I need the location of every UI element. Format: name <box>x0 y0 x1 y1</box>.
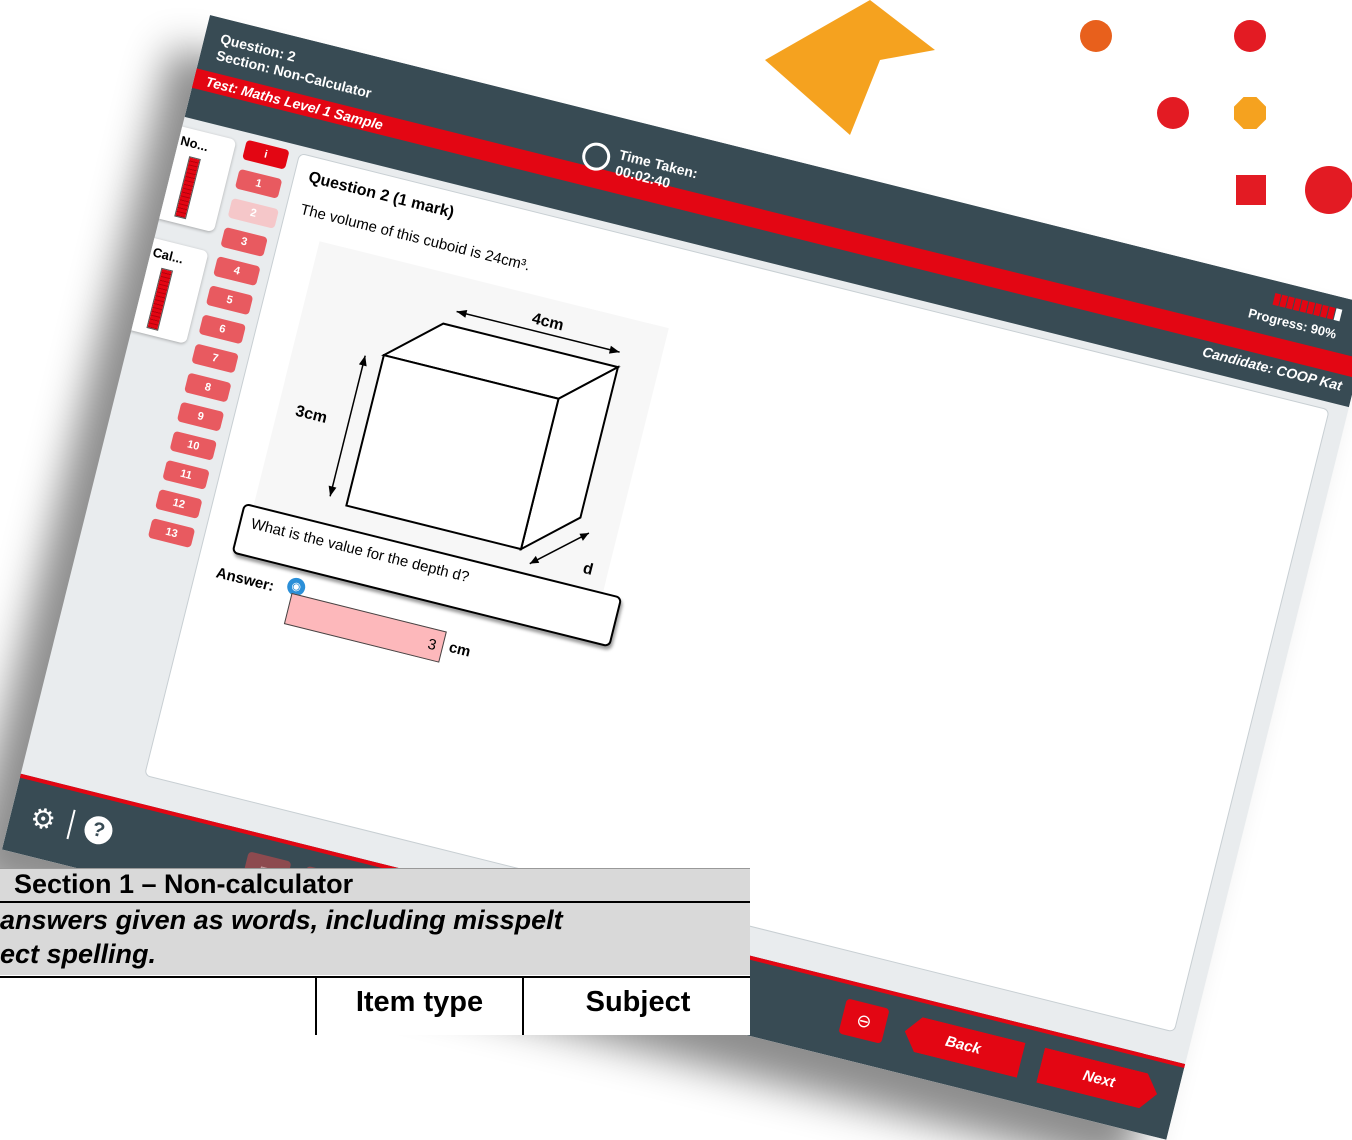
question-nav-button[interactable]: 12 <box>155 488 203 519</box>
doc-note-line1: answers given as words, including misspe… <box>0 905 563 935</box>
decor-square <box>1236 175 1266 205</box>
section-progress-bar <box>174 156 201 220</box>
decor-dot <box>1305 166 1352 214</box>
answer-label: Answer: <box>214 564 276 596</box>
help-icon[interactable]: ? <box>81 813 116 848</box>
gear-icon[interactable]: ⚙ <box>27 800 59 838</box>
clock-icon <box>579 139 614 174</box>
question-nav-button[interactable]: 1 <box>234 168 283 199</box>
question-nav-button[interactable]: 10 <box>169 430 218 461</box>
depth-label: d <box>581 560 595 579</box>
decor-dot <box>1157 97 1189 129</box>
orange-arrow-top <box>740 0 940 140</box>
tab-non-calculator[interactable]: No... <box>157 126 237 233</box>
section-progress-bar <box>146 267 174 331</box>
answer-unit: cm <box>447 638 473 661</box>
col-subject: Subject <box>522 978 752 1035</box>
tab-calculator[interactable]: Cal... <box>129 237 209 344</box>
question-nav-button[interactable]: 13 <box>147 518 196 549</box>
question-nav-button[interactable]: 7 <box>191 343 239 374</box>
back-arrow-icon[interactable]: ⊖ <box>838 998 890 1044</box>
col-item-type: Item type <box>315 978 522 1035</box>
tab-label: Cal... <box>151 244 186 267</box>
info-button[interactable]: i <box>242 139 290 170</box>
question-nav-button[interactable]: 4 <box>213 256 261 287</box>
decor-octagon <box>1234 97 1266 129</box>
question-nav-button[interactable]: 11 <box>162 459 210 490</box>
doc-heading: Section 1 – Non-calculator <box>0 868 750 901</box>
question-nav-button[interactable]: 9 <box>176 401 225 432</box>
question-nav-button-current[interactable]: 2 <box>227 197 280 229</box>
divider <box>66 809 76 840</box>
mark-scheme-excerpt: Section 1 – Non-calculator answers given… <box>0 868 750 1035</box>
question-nav-button[interactable]: 3 <box>220 226 268 258</box>
question-nav-button[interactable]: 5 <box>205 285 254 316</box>
question-nav-button[interactable]: 6 <box>198 314 247 345</box>
decor-dot <box>1080 20 1112 52</box>
doc-note: answers given as words, including misspe… <box>0 901 750 975</box>
doc-table-header: Item type Subject <box>0 976 750 1035</box>
decor-dot <box>1234 20 1266 52</box>
tab-label: No... <box>179 132 211 155</box>
height-label: 3cm <box>294 403 329 427</box>
doc-note-line2: ect spelling. <box>0 939 157 969</box>
question-nav-button[interactable]: 8 <box>184 372 232 403</box>
answer-input[interactable]: 3 <box>283 592 447 663</box>
